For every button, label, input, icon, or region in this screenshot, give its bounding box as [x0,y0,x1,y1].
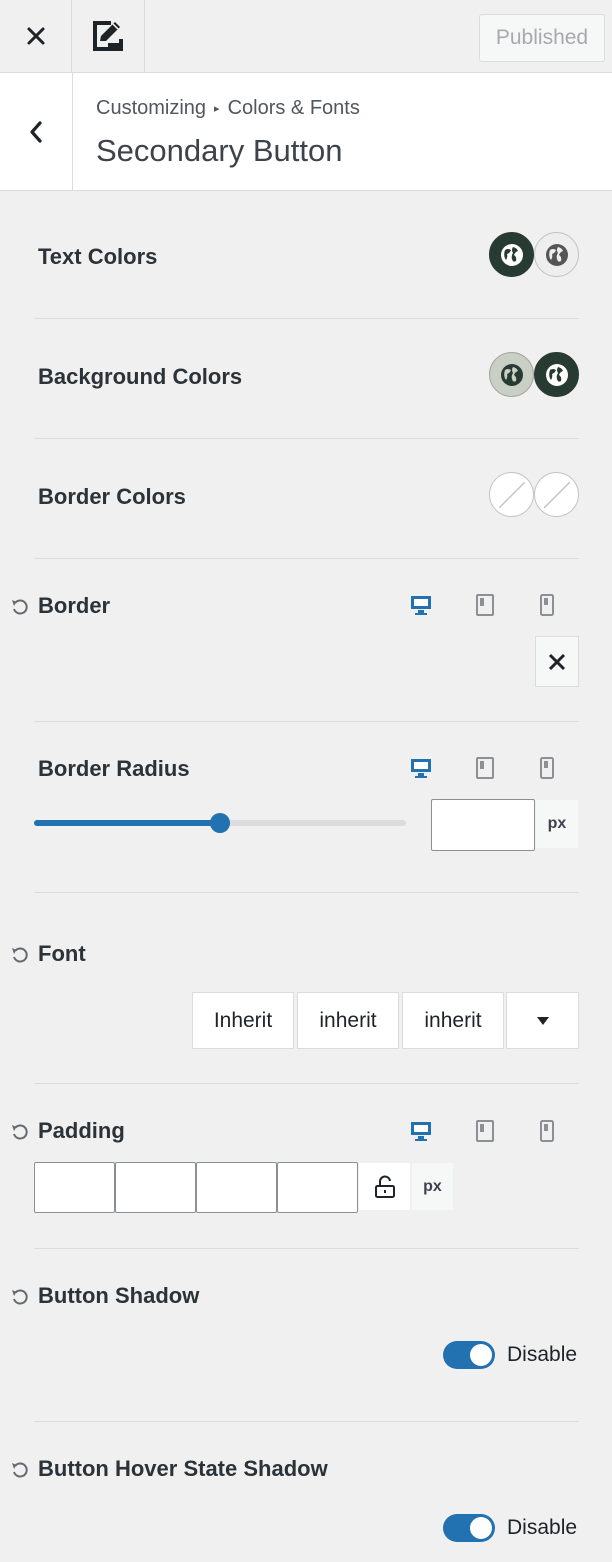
mobile-icon [540,594,554,616]
globe-icon [500,363,523,386]
device-desktop-button[interactable] [408,592,434,618]
toggle-knob [470,1517,492,1539]
no-color-slash-icon [543,481,570,508]
breadcrumb-root: Customizing [96,97,207,119]
device-tablet-button[interactable] [472,755,498,781]
divider [34,558,579,559]
background-color-normal-swatch[interactable] [489,352,534,397]
desktop-icon [411,596,431,615]
desktop-icon [411,759,431,778]
publish-button[interactable]: Published [479,14,605,62]
tablet-icon [476,1120,494,1142]
device-mobile-button[interactable] [534,592,560,618]
padding-left-input[interactable] [277,1162,358,1213]
breadcrumb-parent: Colors & Fonts [227,97,360,119]
button-shadow-toggle-label: Disable [507,1343,578,1366]
unlock-icon [374,1174,395,1198]
button-shadow-toggle[interactable] [443,1341,495,1369]
padding-label: Padding [38,1118,125,1143]
chevron-left-icon [30,120,42,143]
font-family-button[interactable]: Inherit [192,992,294,1049]
padding-top-input[interactable] [34,1162,115,1213]
border-radius-input[interactable] [431,799,535,851]
reset-icon[interactable] [10,1460,30,1480]
divider [34,438,579,439]
font-options-dropdown[interactable] [506,992,579,1049]
reset-icon[interactable] [10,1122,30,1142]
button-hover-shadow-toggle[interactable] [443,1514,495,1542]
page-title: Secondary Button [96,133,343,168]
text-color-hover-swatch[interactable] [534,232,579,277]
text-colors-label: Text Colors [38,244,158,269]
divider [34,892,579,893]
toggle-knob [470,1344,492,1366]
reset-icon[interactable] [10,1287,30,1307]
close-icon [27,27,44,45]
font-label: Font [38,941,86,966]
globe-icon [545,243,568,266]
close-x-icon [548,653,566,670]
border-radius-label: Border Radius [38,756,190,781]
divider [34,1421,579,1422]
globe-icon [500,243,523,266]
font-style-button[interactable]: inherit [402,992,504,1049]
device-mobile-button[interactable] [534,1118,560,1144]
section-header: Customizing ▸ Colors & Fonts Secondary B… [0,73,612,191]
customizer-topbar: Published [0,0,612,73]
padding-bottom-input[interactable] [196,1162,277,1213]
customize-brush-icon [93,21,123,51]
divider [34,1248,579,1249]
button-hover-shadow-toggle-label: Disable [507,1516,578,1539]
device-tablet-button[interactable] [472,1118,498,1144]
reset-icon[interactable] [10,597,30,617]
globe-icon [545,363,568,386]
background-color-hover-swatch[interactable] [534,352,579,397]
desktop-icon [411,1122,431,1141]
border-label: Border [38,593,111,618]
button-hover-shadow-label: Button Hover State Shadow [38,1456,328,1481]
device-desktop-button[interactable] [408,1118,434,1144]
mobile-icon [540,757,554,779]
no-color-slash-icon [498,481,525,508]
button-shadow-label: Button Shadow [38,1283,200,1308]
border-color-hover-swatch[interactable] [534,472,579,517]
tablet-icon [476,594,494,616]
breadcrumb-separator: ▸ [214,103,220,115]
divider [34,721,579,722]
padding-unit[interactable]: px [411,1162,454,1211]
mobile-icon [540,1120,554,1142]
divider [34,1083,579,1084]
border-clear-button[interactable] [535,636,579,687]
tablet-icon [476,757,494,779]
divider [34,318,579,319]
border-radius-slider-fill [34,820,220,826]
background-colors-label: Background Colors [38,364,243,389]
text-color-normal-swatch[interactable] [489,232,534,277]
border-color-normal-swatch[interactable] [489,472,534,517]
padding-link-toggle[interactable] [358,1162,411,1211]
device-tablet-button[interactable] [472,592,498,618]
border-radius-unit[interactable]: px [535,799,579,849]
reset-icon[interactable] [10,945,30,965]
close-customizer-button[interactable] [0,0,72,72]
customize-mode-button[interactable] [72,0,145,72]
device-mobile-button[interactable] [534,755,560,781]
breadcrumb: Customizing ▸ Colors & Fonts [96,97,360,120]
device-desktop-button[interactable] [408,755,434,781]
back-button[interactable] [0,73,73,190]
caret-down-icon [536,1016,549,1025]
font-weight-button[interactable]: inherit [297,992,399,1049]
padding-right-input[interactable] [115,1162,196,1213]
border-colors-label: Border Colors [38,484,186,509]
border-radius-slider-thumb[interactable] [210,813,230,833]
